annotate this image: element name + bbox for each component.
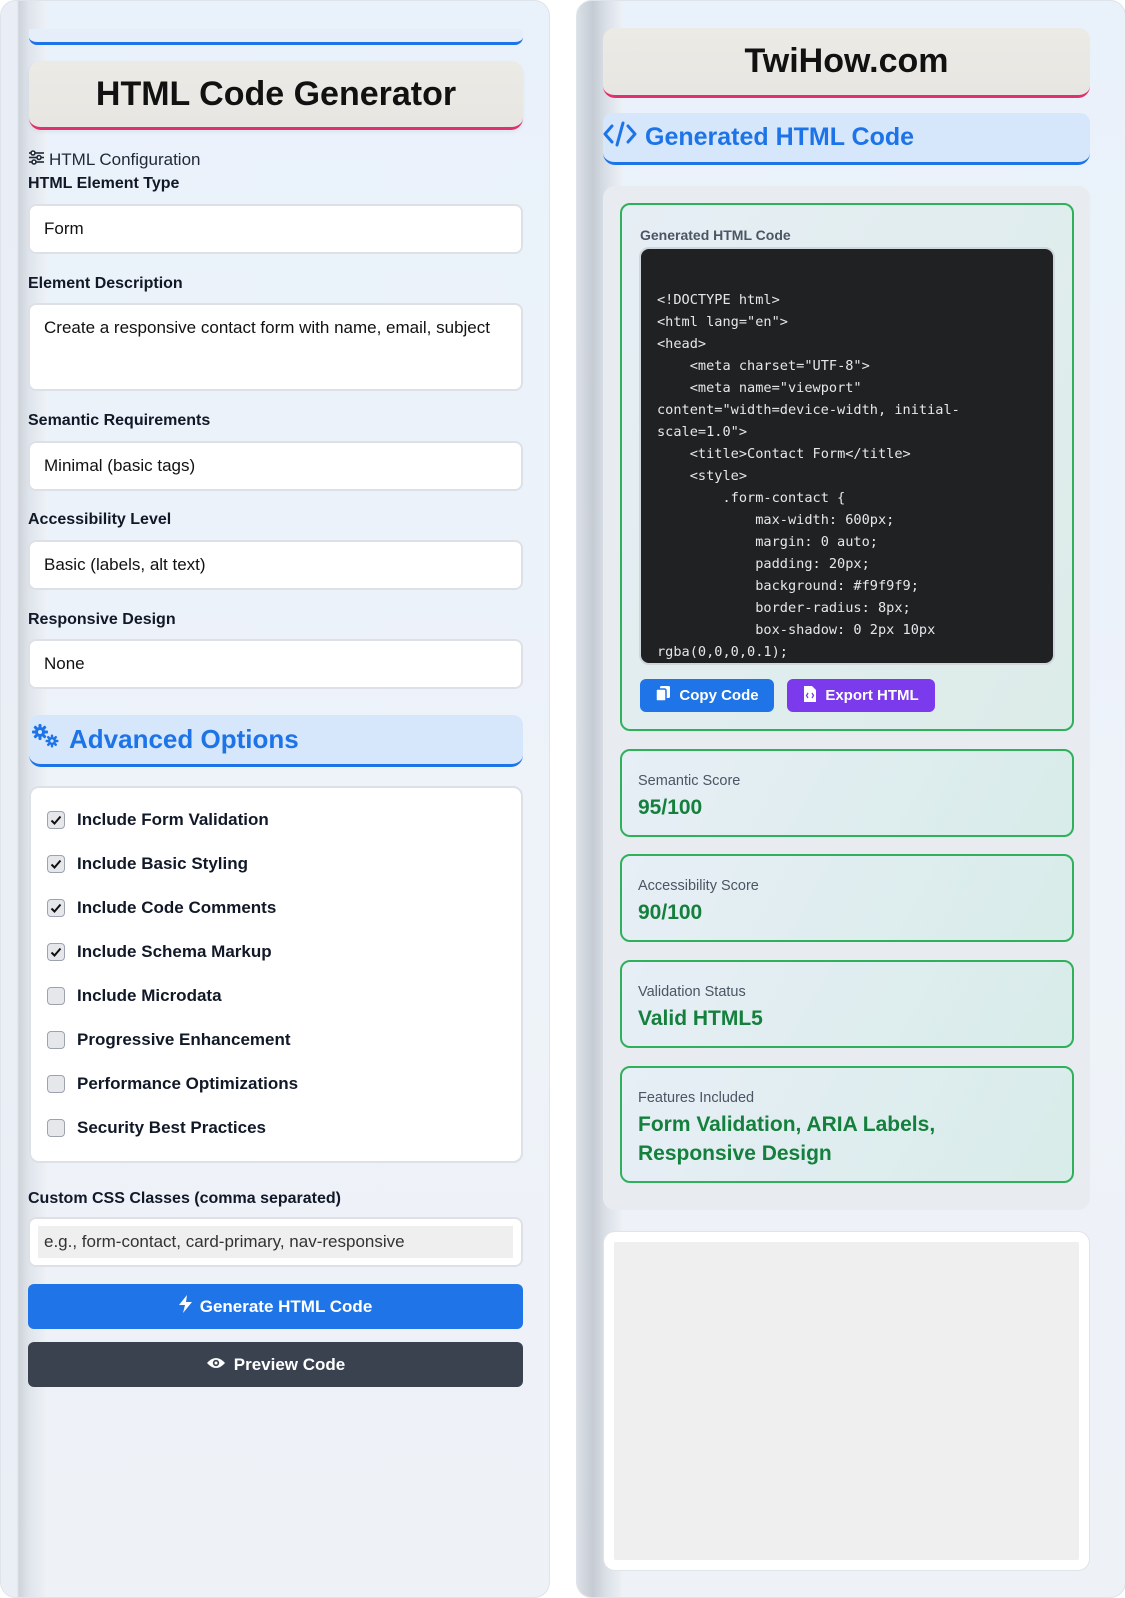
checkbox-checked[interactable] [47, 899, 65, 917]
option-label: Include Basic Styling [77, 854, 248, 873]
css-classes-label: Custom CSS Classes (comma separated) [28, 1190, 341, 1207]
option-progressive-enhancement[interactable]: Progressive Enhancement [47, 1030, 291, 1050]
copy-icon [655, 685, 671, 706]
export-html-button[interactable]: Export HTML [787, 679, 935, 712]
sliders-icon [28, 150, 45, 170]
accessibility-score-card: Accessibility Score 90/100 [620, 854, 1074, 942]
option-form-validation[interactable]: Include Form Validation [47, 810, 269, 830]
checkbox-unchecked[interactable] [47, 987, 65, 1005]
export-html-label: Export HTML [825, 687, 919, 704]
eye-icon [206, 1355, 226, 1375]
advanced-options-list: Include Form Validation Include Basic St… [29, 786, 523, 1163]
option-label: Security Best Practices [77, 1118, 266, 1137]
checkbox-unchecked[interactable] [47, 1119, 65, 1137]
option-label: Include Microdata [77, 986, 222, 1005]
option-security[interactable]: Security Best Practices [47, 1118, 266, 1138]
features-included-value: Form Validation, ARIA Labels, Responsive… [638, 1113, 936, 1165]
validation-status-label: Validation Status [638, 984, 746, 1000]
semantic-score-label: Semantic Score [638, 773, 741, 789]
css-classes-placeholder: e.g., form-contact, card-primary, nav-re… [38, 1226, 513, 1258]
option-basic-styling[interactable]: Include Basic Styling [47, 854, 248, 874]
responsive-design-label: Responsive Design [28, 611, 176, 628]
element-type-value: Form [38, 213, 513, 245]
checkbox-checked[interactable] [47, 943, 65, 961]
semantic-requirements-value: Minimal (basic tags) [38, 450, 513, 482]
accessibility-score-value: 90/100 [638, 901, 703, 924]
option-microdata[interactable]: Include Microdata [47, 986, 222, 1006]
output-panel: TwiHow.com Generated HTML Code Generated… [576, 0, 1125, 1598]
checkbox-unchecked[interactable] [47, 1031, 65, 1049]
preview-button[interactable]: Preview Code [28, 1342, 523, 1387]
element-type-select[interactable]: Form [28, 204, 523, 254]
responsive-design-select[interactable]: None [28, 639, 523, 689]
checkbox-checked[interactable] [47, 811, 65, 829]
copy-code-label: Copy Code [679, 687, 759, 704]
checkbox-unchecked[interactable] [47, 1075, 65, 1093]
element-description-textarea[interactable]: Create a responsive contact form with na… [28, 303, 523, 391]
semantic-requirements-label: Semantic Requirements [28, 412, 211, 429]
config-section-label: HTML Configuration [28, 150, 201, 170]
responsive-design-value: None [38, 648, 513, 680]
generate-button[interactable]: Generate HTML Code [28, 1284, 523, 1329]
generated-code-title: Generated HTML Code [645, 123, 915, 151]
option-label: Performance Optimizations [77, 1074, 299, 1093]
element-description-label: Element Description [28, 275, 183, 292]
option-code-comments[interactable]: Include Code Comments [47, 898, 276, 918]
accessibility-level-label: Accessibility Level [28, 511, 172, 528]
semantic-requirements-select[interactable]: Minimal (basic tags) [28, 441, 523, 491]
gears-icon [31, 723, 61, 756]
semantic-score-card: Semantic Score 95/100 [620, 749, 1074, 837]
features-included-label: Features Included [638, 1090, 755, 1106]
element-type-label: HTML Element Type [28, 175, 180, 192]
advanced-options-title: Advanced Options [69, 724, 299, 754]
css-classes-input[interactable]: e.g., form-contact, card-primary, nav-re… [28, 1217, 523, 1267]
advanced-options-header: Advanced Options [29, 715, 523, 767]
code-display[interactable]: <!DOCTYPE html> <html lang="en"> <head> … [639, 247, 1055, 665]
generate-button-label: Generate HTML Code [199, 1296, 373, 1316]
generated-code-header: Generated HTML Code [603, 113, 1090, 165]
validation-status-value: Valid HTML5 [638, 1007, 763, 1030]
code-icon [603, 121, 637, 154]
option-label: Include Schema Markup [77, 942, 272, 961]
accessibility-level-value: Basic (labels, alt text) [38, 549, 513, 581]
top-accent-bar [29, 29, 523, 45]
option-label: Include Code Comments [77, 898, 277, 917]
features-included-card: Features Included Form Validation, ARIA … [620, 1066, 1074, 1183]
option-label: Progressive Enhancement [77, 1030, 291, 1049]
copy-code-button[interactable]: Copy Code [640, 679, 774, 712]
option-label: Include Form Validation [77, 810, 269, 829]
config-panel: HTML Code Generator HTML Configuration H… [0, 0, 550, 1598]
accessibility-score-label: Accessibility Score [638, 878, 759, 894]
option-schema-markup[interactable]: Include Schema Markup [47, 942, 272, 962]
bolt-icon [178, 1295, 192, 1318]
accessibility-level-select[interactable]: Basic (labels, alt text) [28, 540, 523, 590]
validation-status-card: Validation Status Valid HTML5 [620, 960, 1074, 1048]
semantic-score-value: 95/100 [638, 796, 703, 819]
preview-content [614, 1242, 1079, 1560]
checkbox-checked[interactable] [47, 855, 65, 873]
preview-button-label: Preview Code [233, 1354, 346, 1374]
preview-frame[interactable] [603, 1231, 1090, 1571]
option-performance[interactable]: Performance Optimizations [47, 1074, 298, 1094]
config-section-text: HTML Configuration [49, 150, 201, 169]
brand-title: TwiHow.com [603, 28, 1090, 98]
file-code-icon [803, 685, 817, 707]
code-text: <!DOCTYPE html> <html lang="en"> <head> … [657, 292, 960, 660]
element-description-value: Create a responsive contact form with na… [38, 312, 513, 382]
page-title: HTML Code Generator [29, 61, 523, 130]
code-card-title: Generated HTML Code [640, 227, 791, 243]
